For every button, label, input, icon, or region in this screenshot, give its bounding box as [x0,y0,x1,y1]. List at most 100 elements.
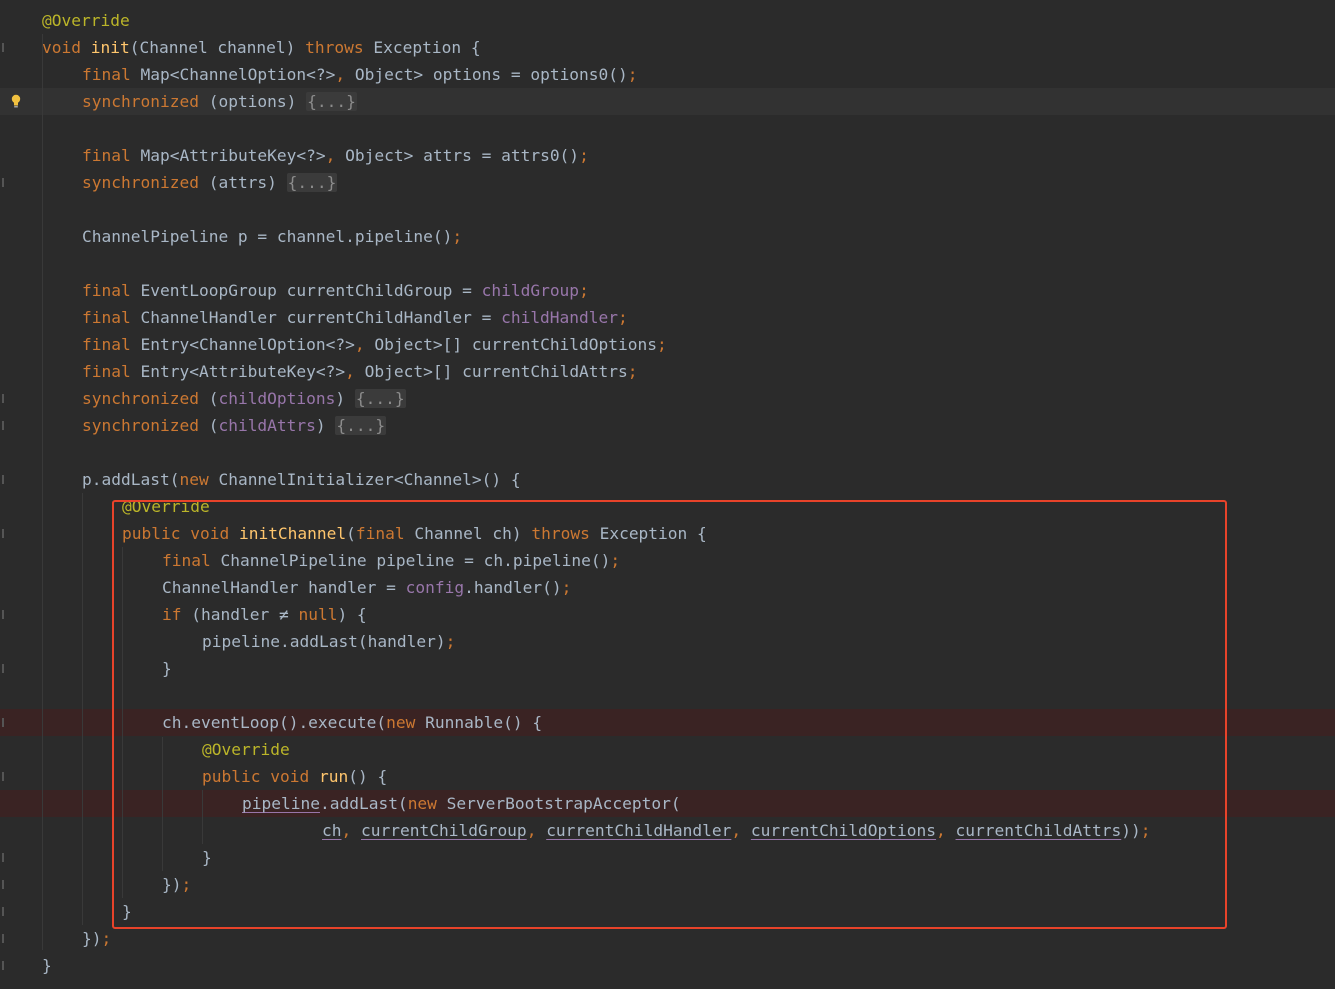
code-token: ; [657,335,667,354]
code-line[interactable]: } [0,844,1335,871]
indent-guide [42,34,43,950]
code-line[interactable]: final EventLoopGroup currentChildGroup =… [0,277,1335,304]
code-token: ; [445,632,456,651]
code-token: Map<ChannelOption<?> [140,65,336,84]
code-token: Object>[] currentChildAttrs [364,362,628,381]
code-editor[interactable]: @Override void init(Channel channel) thro… [0,0,1335,989]
code-line[interactable] [0,439,1335,466]
code-token: final [82,281,141,300]
code-text: ChannelPipeline p = channel.pipeline(); [82,223,462,250]
code-line[interactable]: final ChannelHandler currentChildHandler… [0,304,1335,331]
code-text: pipeline.addLast(handler); [202,628,455,655]
code-token: ServerBootstrapAcceptor( [446,794,681,813]
code-line[interactable]: void init(Channel channel) throws Except… [0,34,1335,61]
code-token: , [936,821,956,840]
code-line[interactable]: } [0,952,1335,979]
code-text: @Override [202,736,290,763]
code-text: synchronized (options) {...} [82,88,357,115]
code-line[interactable] [0,115,1335,142]
fold-marker-icon[interactable] [2,853,4,862]
fold-marker-icon[interactable] [2,934,4,943]
lightbulb-icon[interactable] [11,94,21,109]
code-token: @Override [202,740,290,759]
code-line[interactable]: @Override [0,493,1335,520]
fold-marker-icon[interactable] [2,475,4,484]
folded-code-block[interactable]: {...} [354,389,406,408]
fold-marker-icon[interactable] [2,610,4,619]
code-token: ch [322,821,342,840]
code-line[interactable]: final Entry<AttributeKey<?>, Object>[] c… [0,358,1335,385]
code-line[interactable]: @Override [0,7,1335,34]
code-token: } [42,956,52,975]
code-token: ChannelHandler handler = [162,578,406,597]
code-line[interactable]: final Entry<ChannelOption<?>, Object>[] … [0,331,1335,358]
code-token: ; [627,65,638,84]
fold-marker-icon[interactable] [2,43,4,52]
code-token: .handler() [464,578,562,597]
fold-marker-icon[interactable] [2,529,4,538]
code-token: ; [627,362,638,381]
code-line[interactable]: @Override [0,736,1335,763]
code-token: Map<AttributeKey<?> [140,146,326,165]
fold-marker-icon[interactable] [2,394,4,403]
code-token: Entry<AttributeKey<?> [140,362,346,381]
code-line[interactable] [0,250,1335,277]
code-line[interactable]: final Map<ChannelOption<?>, Object> opti… [0,61,1335,88]
code-token: (Channel channel) [129,38,306,57]
code-line[interactable]: public void initChannel(final Channel ch… [0,520,1335,547]
code-line[interactable] [0,196,1335,223]
indent-guide [162,737,163,871]
folded-code-block[interactable]: {...} [335,416,387,435]
code-line[interactable]: ch, currentChildGroup, currentChildHandl… [0,817,1335,844]
code-token: EventLoopGroup currentChildGroup = [140,281,482,300]
fold-marker-icon[interactable] [2,178,4,187]
code-line[interactable]: pipeline.addLast(handler); [0,628,1335,655]
code-line[interactable]: p.addLast(new ChannelInitializer<Channel… [0,466,1335,493]
code-token: Exception { [373,38,481,57]
code-text: synchronized (attrs) {...} [82,169,338,196]
code-token: new [407,794,447,813]
code-token: synchronized [82,389,209,408]
code-line[interactable]: ch.eventLoop().execute(new Runnable() { [0,709,1335,736]
indent-guide [122,547,123,898]
fold-marker-icon[interactable] [2,907,4,916]
code-line[interactable]: synchronized (childAttrs) {...} [0,412,1335,439]
code-token: ChannelHandler currentChildHandler = [140,308,502,327]
fold-marker-icon[interactable] [2,880,4,889]
code-line[interactable]: synchronized (options) {...} [0,88,1335,115]
folded-code-block[interactable]: {...} [306,92,357,111]
code-line[interactable]: final ChannelPipeline pipeline = ch.pipe… [0,547,1335,574]
code-line[interactable]: ChannelPipeline p = channel.pipeline(); [0,223,1335,250]
code-line[interactable] [0,682,1335,709]
code-line[interactable]: public void run() { [0,763,1335,790]
code-token: }) [162,875,182,894]
code-line[interactable]: final Map<AttributeKey<?>, Object> attrs… [0,142,1335,169]
folded-code-block[interactable]: {...} [286,173,338,192]
code-token: pipeline.addLast(handler) [202,632,446,651]
fold-marker-icon[interactable] [2,664,4,673]
code-token: synchronized [82,416,209,435]
code-line[interactable]: }); [0,925,1335,952]
code-line[interactable]: } [0,655,1335,682]
code-token: , [325,146,346,165]
code-token: new [179,470,219,489]
code-line[interactable]: }); [0,871,1335,898]
code-token: childGroup [481,281,580,300]
code-text: @Override [122,493,210,520]
code-text: void init(Channel channel) throws Except… [42,34,481,61]
code-line[interactable]: synchronized (childOptions) {...} [0,385,1335,412]
fold-marker-icon[interactable] [2,772,4,781]
code-token: ; [618,308,628,327]
code-line[interactable]: ChannelHandler handler = config.handler(… [0,574,1335,601]
code-token: ; [1140,821,1151,840]
code-token: p.addLast( [82,470,180,489]
code-line[interactable]: } [0,898,1335,925]
code-line[interactable]: if (handler ≠ null) { [0,601,1335,628]
code-token: final [82,65,141,84]
fold-marker-icon[interactable] [2,718,4,727]
code-line[interactable]: pipeline.addLast(new ServerBootstrapAcce… [0,790,1335,817]
fold-marker-icon[interactable] [2,421,4,430]
fold-marker-icon[interactable] [2,961,4,970]
code-line[interactable]: synchronized (attrs) {...} [0,169,1335,196]
code-token: ; [452,227,463,246]
